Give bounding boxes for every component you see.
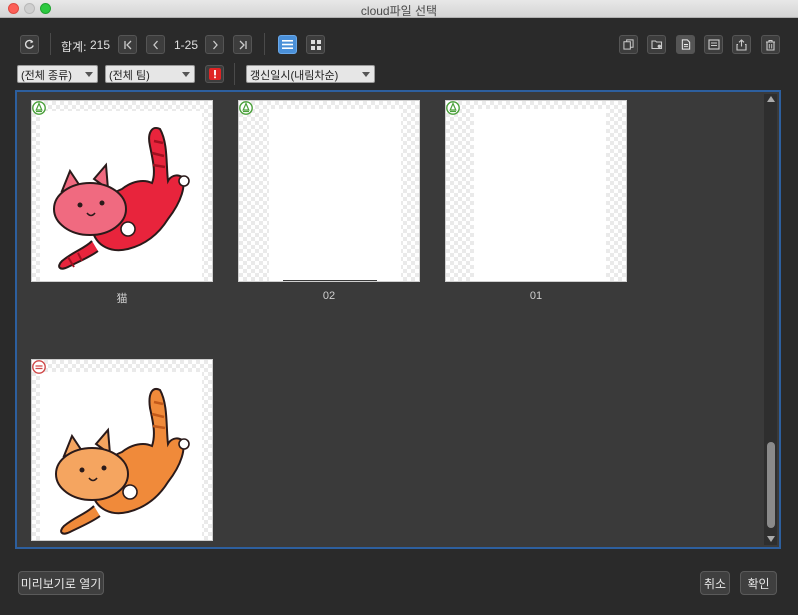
sort-order-select-value: 갱신일시(내림차순) bbox=[250, 70, 339, 82]
list-view-button[interactable] bbox=[278, 35, 297, 54]
toolbar-separator bbox=[234, 63, 235, 85]
pen-icon bbox=[32, 101, 46, 115]
document-icon bbox=[681, 39, 690, 50]
first-page-button[interactable] bbox=[118, 35, 137, 54]
list-view-icon bbox=[282, 40, 293, 49]
file-thumbnail[interactable] bbox=[31, 359, 213, 541]
duplicate-button[interactable] bbox=[619, 35, 638, 54]
stamp-icon bbox=[32, 360, 46, 374]
export-button[interactable] bbox=[732, 35, 751, 54]
toolbar-separator bbox=[264, 33, 265, 55]
file-select-window: cloud파일 선택 합계: 215 1-25 (전체 종류) (전체 팀) 갱… bbox=[0, 0, 798, 615]
last-page-icon bbox=[239, 40, 247, 49]
warning-filter-button[interactable] bbox=[205, 65, 224, 83]
team-select-value: (전체 팀) bbox=[109, 70, 150, 82]
sort-order-select[interactable]: 갱신일시(내림차순) bbox=[246, 65, 375, 83]
page-range: 1-25 bbox=[174, 38, 199, 52]
file-thumbnail[interactable] bbox=[238, 100, 420, 282]
chevron-down-icon bbox=[85, 72, 93, 77]
orange-cat-illustration bbox=[55, 388, 190, 535]
exclamation-icon bbox=[208, 68, 221, 80]
scrollbar-thumb[interactable] bbox=[767, 442, 775, 528]
properties-button[interactable] bbox=[704, 35, 723, 54]
grid-view-icon bbox=[310, 39, 321, 50]
file-type-select[interactable]: (전체 종류) bbox=[17, 65, 98, 83]
chevron-left-icon bbox=[152, 40, 158, 49]
file-type-select-value: (전체 종류) bbox=[21, 70, 72, 82]
team-select[interactable]: (전체 팀) bbox=[105, 65, 195, 83]
title-bar: cloud파일 선택 bbox=[0, 0, 798, 18]
window-title: cloud파일 선택 bbox=[360, 4, 438, 18]
folder-settings-button[interactable] bbox=[647, 35, 666, 54]
ok-button[interactable]: 확인 bbox=[740, 571, 777, 595]
file-grid-panel[interactable]: 猫 02 01 bbox=[15, 90, 781, 549]
next-page-button[interactable] bbox=[205, 35, 224, 54]
thumbnail-view-button[interactable] bbox=[306, 35, 325, 54]
file-name: 02 bbox=[322, 290, 336, 302]
share-icon bbox=[736, 38, 747, 51]
chevron-right-icon bbox=[212, 40, 218, 49]
file-thumbnail[interactable] bbox=[31, 100, 213, 282]
red-cat-illustration bbox=[53, 127, 190, 270]
previous-page-button[interactable] bbox=[146, 35, 165, 54]
properties-icon bbox=[707, 39, 720, 50]
chevron-down-icon bbox=[182, 72, 190, 77]
vertical-scrollbar[interactable] bbox=[764, 94, 777, 545]
chevron-down-icon bbox=[362, 72, 370, 77]
first-page-icon bbox=[123, 40, 131, 49]
pen-icon bbox=[446, 101, 460, 115]
trash-icon bbox=[766, 39, 775, 51]
open-in-preview-button[interactable]: 미리보기로 열기 bbox=[18, 571, 104, 595]
file-info-button[interactable] bbox=[676, 35, 695, 54]
refresh-button[interactable] bbox=[20, 35, 39, 54]
copy-icon bbox=[623, 39, 634, 50]
delete-button[interactable] bbox=[761, 35, 780, 54]
folder-gear-icon bbox=[650, 40, 662, 50]
total-count: 215 bbox=[90, 38, 111, 52]
file-thumbnail[interactable] bbox=[445, 100, 627, 282]
scroll-down-arrow-icon[interactable] bbox=[767, 536, 775, 542]
scroll-up-arrow-icon[interactable] bbox=[767, 96, 775, 102]
file-name: 01 bbox=[529, 290, 543, 302]
file-name: 猫 bbox=[116, 293, 128, 305]
pen-icon bbox=[239, 101, 253, 115]
last-page-button[interactable] bbox=[233, 35, 252, 54]
total-label: 합계: bbox=[61, 40, 87, 54]
toolbar-separator bbox=[50, 33, 51, 55]
refresh-icon bbox=[24, 39, 34, 49]
cancel-button[interactable]: 취소 bbox=[700, 571, 730, 595]
